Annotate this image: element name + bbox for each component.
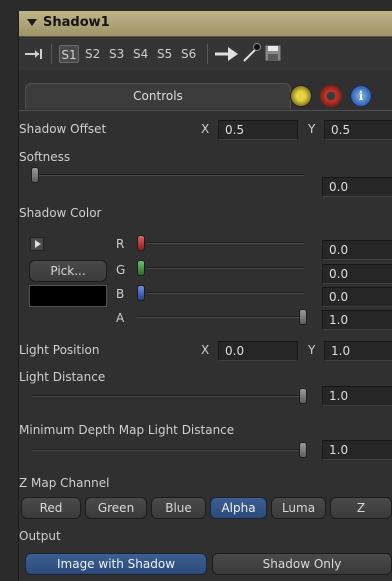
blue-slider-thumb[interactable] xyxy=(137,285,145,301)
light-distance-field[interactable]: 1.0 xyxy=(322,386,392,406)
softness-slider-track[interactable] xyxy=(32,174,304,176)
light-position-y-field[interactable]: 1.0 xyxy=(324,341,392,361)
tab-bar: Controls i xyxy=(19,71,392,111)
channel-luma-button[interactable]: Luma xyxy=(271,497,326,519)
light-position-x-label: X xyxy=(201,343,210,357)
light-position-x-field[interactable]: 0.0 xyxy=(218,341,298,361)
red-slider-track[interactable] xyxy=(147,242,304,244)
min-depth-slider-track[interactable] xyxy=(32,449,304,451)
red-channel-label: R xyxy=(116,237,125,251)
color-swatch[interactable] xyxy=(29,285,107,307)
green-channel-label: G xyxy=(116,263,126,277)
version-slot-s1[interactable]: S1 xyxy=(59,45,79,63)
alpha-slider-track[interactable] xyxy=(137,316,304,318)
toolbar-separator xyxy=(51,44,52,64)
light-position-y-label: Y xyxy=(308,343,316,357)
softness-field[interactable]: 0.0 xyxy=(322,177,392,197)
output-shadow-only-button[interactable]: Shadow Only xyxy=(212,553,392,575)
version-slot-s2[interactable]: S2 xyxy=(85,45,100,63)
tab-divider xyxy=(19,110,392,111)
red-slider-thumb[interactable] xyxy=(137,235,145,251)
min-depth-field[interactable]: 1.0 xyxy=(322,440,392,460)
light-position-label: Light Position xyxy=(19,343,100,357)
blue-field[interactable]: 0.0 xyxy=(322,287,392,307)
red-field[interactable]: 0.0 xyxy=(322,240,392,260)
channel-blue-button[interactable]: Blue xyxy=(151,497,206,519)
shadow-offset-x-field[interactable]: 0.5 xyxy=(218,120,298,140)
alpha-channel-label: A xyxy=(116,311,125,325)
arrow-right-icon[interactable] xyxy=(215,46,239,62)
pick-color-button[interactable]: Pick... xyxy=(29,260,107,282)
softness-label: Softness xyxy=(19,150,71,164)
toolbar-separator xyxy=(207,44,208,64)
shadow-offset-x-label: X xyxy=(201,122,210,136)
output-image-with-shadow-button[interactable]: Image with Shadow xyxy=(25,553,207,575)
light-distance-slider-thumb[interactable] xyxy=(299,388,307,404)
collapse-arrow-icon[interactable] xyxy=(27,19,37,26)
light-distance-slider-track[interactable] xyxy=(32,395,304,397)
min-depth-slider-thumb[interactable] xyxy=(299,442,307,458)
channel-z-button[interactable]: Z xyxy=(330,497,392,519)
tool-header[interactable]: Shadow1 xyxy=(19,11,392,37)
green-field[interactable]: 0.0 xyxy=(322,264,392,284)
softness-slider-thumb[interactable] xyxy=(31,167,39,183)
z-map-channel-label: Z Map Channel xyxy=(19,476,110,490)
channel-green-button[interactable]: Green xyxy=(85,497,147,519)
green-slider-track[interactable] xyxy=(147,267,304,269)
save-icon[interactable] xyxy=(264,44,282,62)
blue-channel-label: B xyxy=(116,287,125,301)
tab-controls[interactable]: Controls xyxy=(25,83,291,109)
green-slider-thumb[interactable] xyxy=(137,260,145,276)
alpha-slider-thumb[interactable] xyxy=(299,309,307,325)
tool-title: Shadow1 xyxy=(43,15,110,30)
toolbar: S1 S2 S3 S4 S5 S6 xyxy=(19,38,392,70)
version-slot-s3[interactable]: S3 xyxy=(109,45,124,63)
eyedropper-icon[interactable] xyxy=(241,42,261,64)
min-depth-label: Minimum Depth Map Light Distance xyxy=(19,423,235,437)
output-label: Output xyxy=(19,529,61,543)
version-slot-s4[interactable]: S4 xyxy=(133,45,148,63)
channel-red-button[interactable]: Red xyxy=(21,497,81,519)
pin-icon[interactable] xyxy=(25,48,45,60)
version-slot-s5[interactable]: S5 xyxy=(157,45,172,63)
shadow-offset-label: Shadow Offset xyxy=(19,122,107,136)
channel-alpha-button[interactable]: Alpha xyxy=(210,497,267,519)
gear-icon[interactable] xyxy=(320,85,342,107)
version-slot-s6[interactable]: S6 xyxy=(181,45,196,63)
inspector-panel: Shadow1 S1 S2 S3 S4 S5 S6 Controls i Sha… xyxy=(18,11,392,581)
shadow-color-label: Shadow Color xyxy=(19,206,102,220)
radioactive-icon[interactable] xyxy=(290,85,312,107)
shadow-offset-y-label: Y xyxy=(308,122,316,136)
shadow-offset-y-field[interactable]: 0.5 xyxy=(324,120,392,140)
blue-slider-track[interactable] xyxy=(147,292,304,294)
light-distance-label: Light Distance xyxy=(19,370,106,384)
expand-color-icon[interactable] xyxy=(30,237,44,251)
info-icon[interactable]: i xyxy=(350,85,372,107)
alpha-field[interactable]: 1.0 xyxy=(322,310,392,330)
